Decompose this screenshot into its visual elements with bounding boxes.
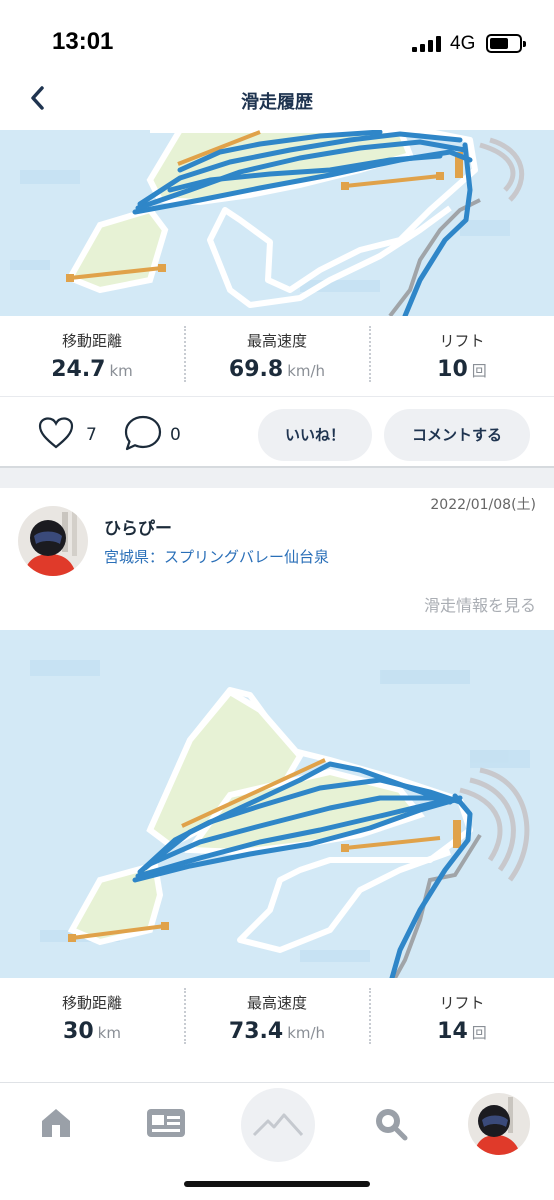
like-count: 7 [86,425,97,445]
comment-button[interactable]: コメントする [384,409,530,461]
stat-value: 14 [437,1019,468,1044]
card-icon[interactable] [146,1107,186,1139]
post-separator [0,466,554,488]
tab-bar [0,1082,554,1200]
stat-label: 最高速度 [246,332,307,350]
avatar[interactable] [18,506,88,576]
ski-map-1[interactable] [0,130,554,316]
post-header-2: 2022/01/08(土) ひらぴー 宮城県：スプリングバレー仙台泉 滑走情報を… [0,488,554,630]
post-date: 2022/01/08(土) [430,497,536,513]
stat-value: 69.8 [228,357,284,382]
stat-label: 最高速度 [246,994,307,1012]
stat-unit: km [109,362,133,380]
location-link[interactable]: 宮城県：スプリングバレー仙台泉 [104,546,329,567]
stat-label: 移動距離 [61,994,122,1012]
view-details-link[interactable]: 滑走情報を見る [424,592,536,616]
stat-value: 73.4 [228,1019,284,1044]
home-indicator [184,1181,370,1187]
stat-lifts: リフト 14 回 [370,978,554,1058]
ski-map-2[interactable] [0,630,554,978]
stat-distance: 移動距離 30 km [0,978,184,1058]
mountain-icon[interactable] [240,1087,316,1163]
network-label: 4G [450,33,476,54]
stat-lifts: リフト 10 回 [370,316,554,396]
profile-avatar[interactable] [468,1093,530,1155]
heart-icon[interactable] [38,417,74,449]
stat-label: リフト [439,994,485,1012]
stat-unit: 回 [471,1024,487,1042]
home-icon[interactable] [38,1105,74,1141]
stat-distance: 移動距離 24.7 km [0,316,184,396]
search-icon[interactable] [372,1105,408,1141]
like-button[interactable]: いいね！ [258,409,372,461]
user-name[interactable]: ひらぴー [104,514,172,539]
signal-icon [412,36,442,52]
stats-row-1: 移動距離 24.7 km 最高速度 69.8 km/h リフト 10 回 [0,316,554,396]
post-actions-1: 7 0 いいね！ コメントする [0,396,554,470]
stat-max-speed: 最高速度 69.8 km/h [185,316,369,396]
stat-unit: 回 [471,362,487,380]
stat-unit: km/h [287,362,326,380]
status-bar: 13:01 4G [0,0,554,70]
stat-unit: km [97,1024,121,1042]
nav-bar: 滑走履歴 [0,70,554,130]
stat-value: 30 [63,1019,94,1044]
stat-value: 24.7 [51,357,106,382]
status-time: 13:01 [52,28,114,55]
page-title: 滑走履歴 [241,92,313,113]
comment-icon[interactable] [124,415,162,451]
stat-max-speed: 最高速度 73.4 km/h [185,978,369,1058]
battery-icon [486,34,526,53]
comment-count: 0 [170,425,181,445]
stat-value: 10 [437,357,468,382]
stats-row-2: 移動距離 30 km 最高速度 73.4 km/h リフト 14 回 [0,978,554,1058]
stat-unit: km/h [287,1024,326,1042]
stat-label: リフト [439,332,485,350]
stat-label: 移動距離 [61,332,122,350]
